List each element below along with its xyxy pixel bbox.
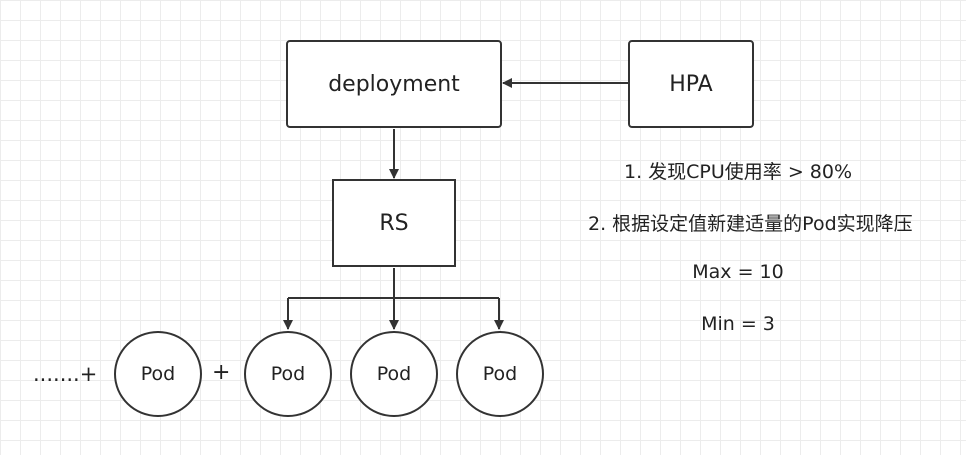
note-min: Min = 3 bbox=[701, 313, 775, 335]
hpa-box: HPA bbox=[628, 40, 754, 128]
pod-node-3: Pod bbox=[456, 331, 544, 417]
hpa-label: HPA bbox=[669, 71, 713, 97]
note-scale-action: 2. 根据设定值新建适量的Pod实现降压 bbox=[588, 213, 913, 235]
deployment-box: deployment bbox=[286, 40, 502, 128]
pod-label: Pod bbox=[482, 363, 518, 385]
pod-node-2: Pod bbox=[350, 331, 438, 417]
plus-label: + bbox=[212, 360, 231, 385]
rs-label: RS bbox=[379, 210, 409, 236]
pod-node-1: Pod bbox=[244, 331, 332, 417]
deployment-label: deployment bbox=[328, 71, 460, 97]
pod-node-extra: Pod bbox=[114, 331, 202, 417]
pod-label: Pod bbox=[376, 363, 412, 385]
ellipsis-plus-label: .......+ bbox=[33, 362, 98, 386]
rs-box: RS bbox=[332, 179, 456, 267]
note-cpu-threshold: 1. 发现CPU使用率 > 80% bbox=[623, 161, 853, 183]
pod-label: Pod bbox=[270, 363, 306, 385]
note-max: Max = 10 bbox=[692, 261, 784, 283]
pod-label: Pod bbox=[140, 363, 176, 385]
